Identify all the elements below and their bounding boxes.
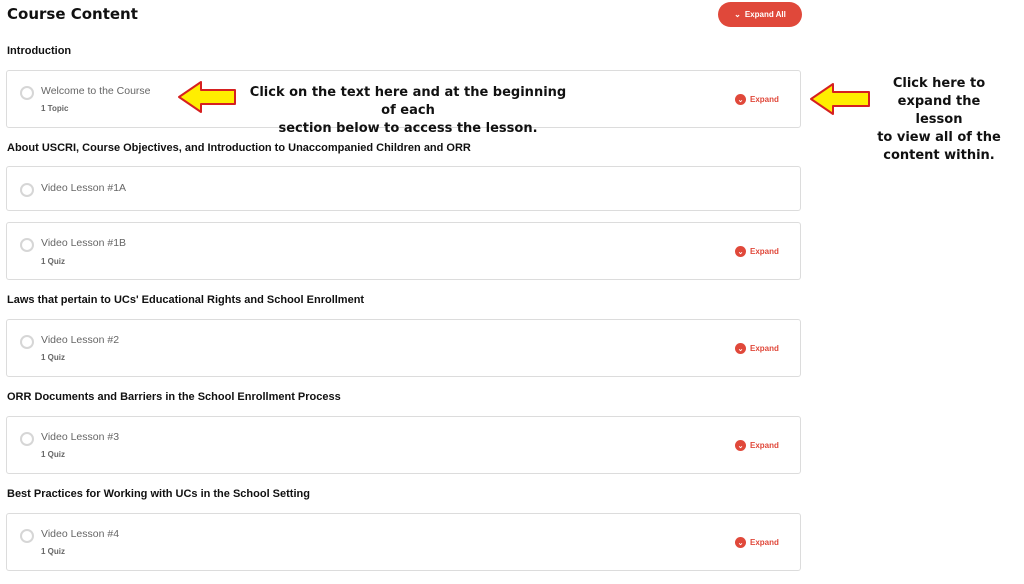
expand-label: Expand (750, 344, 779, 353)
expand-label: Expand (750, 538, 779, 547)
lesson-title[interactable]: Video Lesson #1A (41, 182, 126, 194)
annotation-expand-text: Click here to expand the lesson to view … (872, 75, 1006, 165)
annotation-line: section below to access the lesson. (278, 121, 538, 136)
expand-button[interactable]: ⌄ Expand (735, 440, 779, 451)
chevron-down-icon: ⌄ (734, 9, 741, 19)
empty-circle-icon[interactable] (20, 183, 34, 197)
chevron-down-circle-icon: ⌄ (735, 343, 746, 354)
empty-circle-icon[interactable] (20, 335, 34, 349)
expand-all-button[interactable]: ⌄ Expand All (718, 2, 802, 27)
annotation-line: expand the lesson (897, 94, 981, 127)
section-title-about-uscri: About USCRI, Course Objectives, and Intr… (7, 142, 471, 154)
lesson-video-1b[interactable]: Video Lesson #1B 1 Quiz ⌄ Expand (6, 222, 801, 280)
expand-label: Expand (750, 441, 779, 450)
annotation-line: content within. (883, 148, 995, 163)
lesson-meta: 1 Quiz (41, 547, 66, 556)
lesson-title[interactable]: Video Lesson #1B (41, 237, 126, 249)
lesson-meta: 1 Quiz (41, 257, 66, 266)
lesson-title[interactable]: Video Lesson #2 (41, 334, 119, 346)
lesson-video-4[interactable]: Video Lesson #4 1 Quiz ⌄ Expand (6, 513, 801, 571)
empty-circle-icon[interactable] (20, 432, 34, 446)
lesson-meta: 1 Quiz (41, 353, 66, 362)
section-title-orr-documents: ORR Documents and Barriers in the School… (7, 391, 341, 403)
arrow-left-icon (178, 81, 236, 113)
empty-circle-icon[interactable] (20, 86, 34, 100)
expand-label: Expand (750, 95, 779, 104)
arrow-left-icon (810, 83, 870, 115)
lesson-video-3[interactable]: Video Lesson #3 1 Quiz ⌄ Expand (6, 416, 801, 474)
section-title-introduction: Introduction (7, 45, 72, 57)
expand-button[interactable]: ⌄ Expand (735, 246, 779, 257)
chevron-down-circle-icon: ⌄ (735, 440, 746, 451)
chevron-down-circle-icon: ⌄ (735, 537, 746, 548)
annotation-lesson-text: Click on the text here and at the beginn… (248, 84, 568, 138)
chevron-down-circle-icon: ⌄ (735, 246, 746, 257)
expand-all-label: Expand All (744, 10, 786, 19)
section-title-best-practices: Best Practices for Working with UCs in t… (7, 488, 310, 500)
empty-circle-icon[interactable] (20, 238, 34, 252)
lesson-title[interactable]: Video Lesson #4 (41, 528, 119, 540)
lesson-meta: 1 Quiz (41, 450, 66, 459)
annotation-line: Click here to (892, 76, 986, 91)
annotation-line: Click on the text here and at the beginn… (249, 85, 567, 118)
lesson-title[interactable]: Welcome to the Course (41, 85, 151, 97)
expand-button[interactable]: ⌄ Expand (735, 343, 779, 354)
expand-button[interactable]: ⌄ Expand (735, 537, 779, 548)
expand-label: Expand (750, 247, 779, 256)
lesson-meta: 1 Topic (41, 104, 69, 113)
chevron-down-circle-icon: ⌄ (735, 94, 746, 105)
page-title: Course Content (7, 5, 138, 23)
empty-circle-icon[interactable] (20, 529, 34, 543)
section-title-laws: Laws that pertain to UCs' Educational Ri… (7, 294, 365, 306)
expand-button[interactable]: ⌄ Expand (735, 94, 779, 105)
lesson-video-1a[interactable]: Video Lesson #1A (6, 166, 801, 211)
lesson-video-2[interactable]: Video Lesson #2 1 Quiz ⌄ Expand (6, 319, 801, 377)
annotation-line: to view all of the (877, 130, 1001, 145)
lesson-title[interactable]: Video Lesson #3 (41, 431, 119, 443)
